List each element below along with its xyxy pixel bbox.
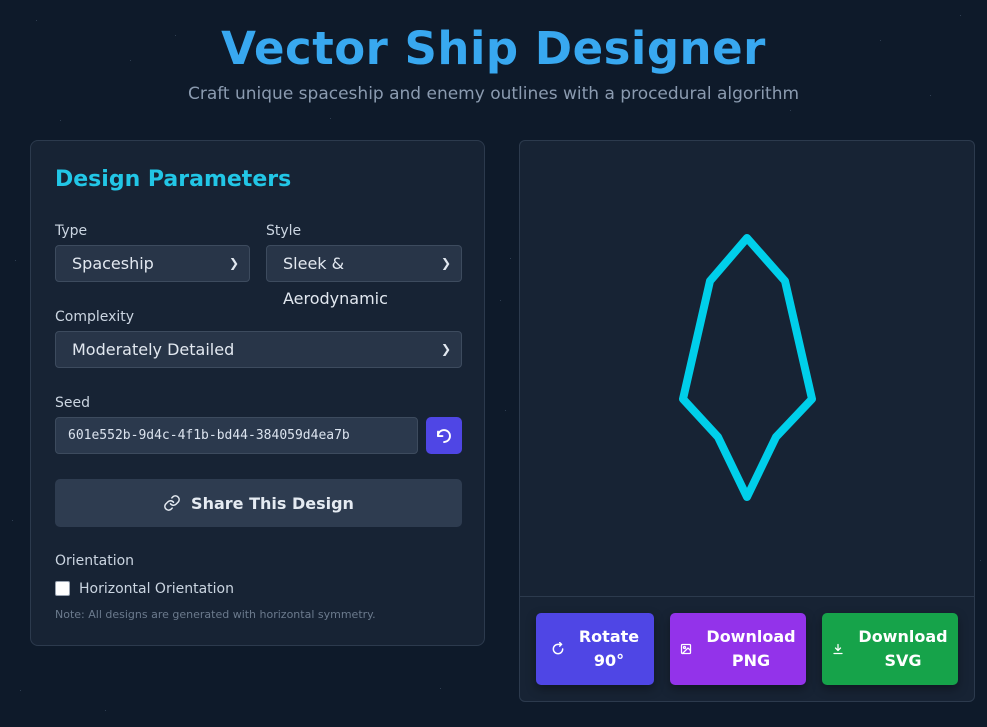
type-label: Type bbox=[55, 223, 88, 239]
horizontal-orientation-checkbox[interactable] bbox=[55, 581, 70, 596]
ship-preview-canvas bbox=[679, 234, 816, 501]
chevron-down-icon: ❯ bbox=[228, 256, 239, 270]
svg-label-line1: Download bbox=[858, 627, 948, 646]
ship-outline bbox=[679, 234, 816, 501]
orientation-label: Orientation bbox=[55, 553, 135, 569]
download-icon bbox=[833, 643, 844, 655]
page-subtitle: Craft unique spaceship and enemy outline… bbox=[187, 84, 800, 104]
chevron-down-icon: ❯ bbox=[440, 256, 451, 270]
image-icon bbox=[681, 643, 692, 655]
chevron-down-icon: ❯ bbox=[440, 342, 451, 356]
panel-heading: Design Parameters bbox=[55, 167, 292, 192]
complexity-select[interactable]: Moderately Detailed ❯ bbox=[55, 331, 462, 368]
seed-label: Seed bbox=[55, 395, 90, 411]
rotate-cw-icon bbox=[552, 642, 564, 655]
complexity-select-value: Moderately Detailed bbox=[72, 340, 235, 359]
complexity-label: Complexity bbox=[55, 309, 135, 325]
rotate-ccw-icon bbox=[437, 428, 451, 443]
horizontal-orientation-label[interactable]: Horizontal Orientation bbox=[79, 581, 234, 597]
download-png-button[interactable]: Download PNG bbox=[670, 613, 806, 685]
share-design-button[interactable]: Share This Design bbox=[55, 479, 462, 527]
rotate-label-line1: Rotate bbox=[578, 627, 640, 646]
preview-panel: Rotate 90° Download PNG Download SVG bbox=[519, 140, 975, 702]
regenerate-seed-button[interactable] bbox=[426, 417, 462, 454]
rotate-button[interactable]: Rotate 90° bbox=[536, 613, 654, 685]
png-label-line1: Download bbox=[706, 627, 796, 646]
style-select[interactable]: Sleek & Aerodynamic ❯ bbox=[266, 245, 462, 308]
preview-divider bbox=[520, 596, 974, 597]
seed-input[interactable]: 601e552b-9d4c-4f1b-bd44-384059d4ea7b bbox=[55, 417, 418, 454]
download-svg-button[interactable]: Download SVG bbox=[822, 613, 958, 685]
style-select-value: Sleek & Aerodynamic bbox=[283, 254, 388, 308]
rotate-label-line2: 90° bbox=[593, 651, 625, 670]
link-icon bbox=[164, 495, 180, 511]
type-select[interactable]: Spaceship ❯ bbox=[55, 245, 250, 282]
png-label-line2: PNG bbox=[731, 651, 771, 670]
svg-label-line2: SVG bbox=[884, 651, 922, 670]
share-label: Share This Design bbox=[191, 493, 354, 513]
type-select-value: Spaceship bbox=[72, 254, 154, 273]
symmetry-note: Note: All designs are generated with hor… bbox=[55, 608, 376, 621]
page-title: Vector Ship Designer bbox=[221, 22, 766, 75]
design-parameters-panel: Design Parameters Type Spaceship ❯ Style… bbox=[30, 140, 485, 646]
style-label: Style bbox=[266, 223, 302, 239]
